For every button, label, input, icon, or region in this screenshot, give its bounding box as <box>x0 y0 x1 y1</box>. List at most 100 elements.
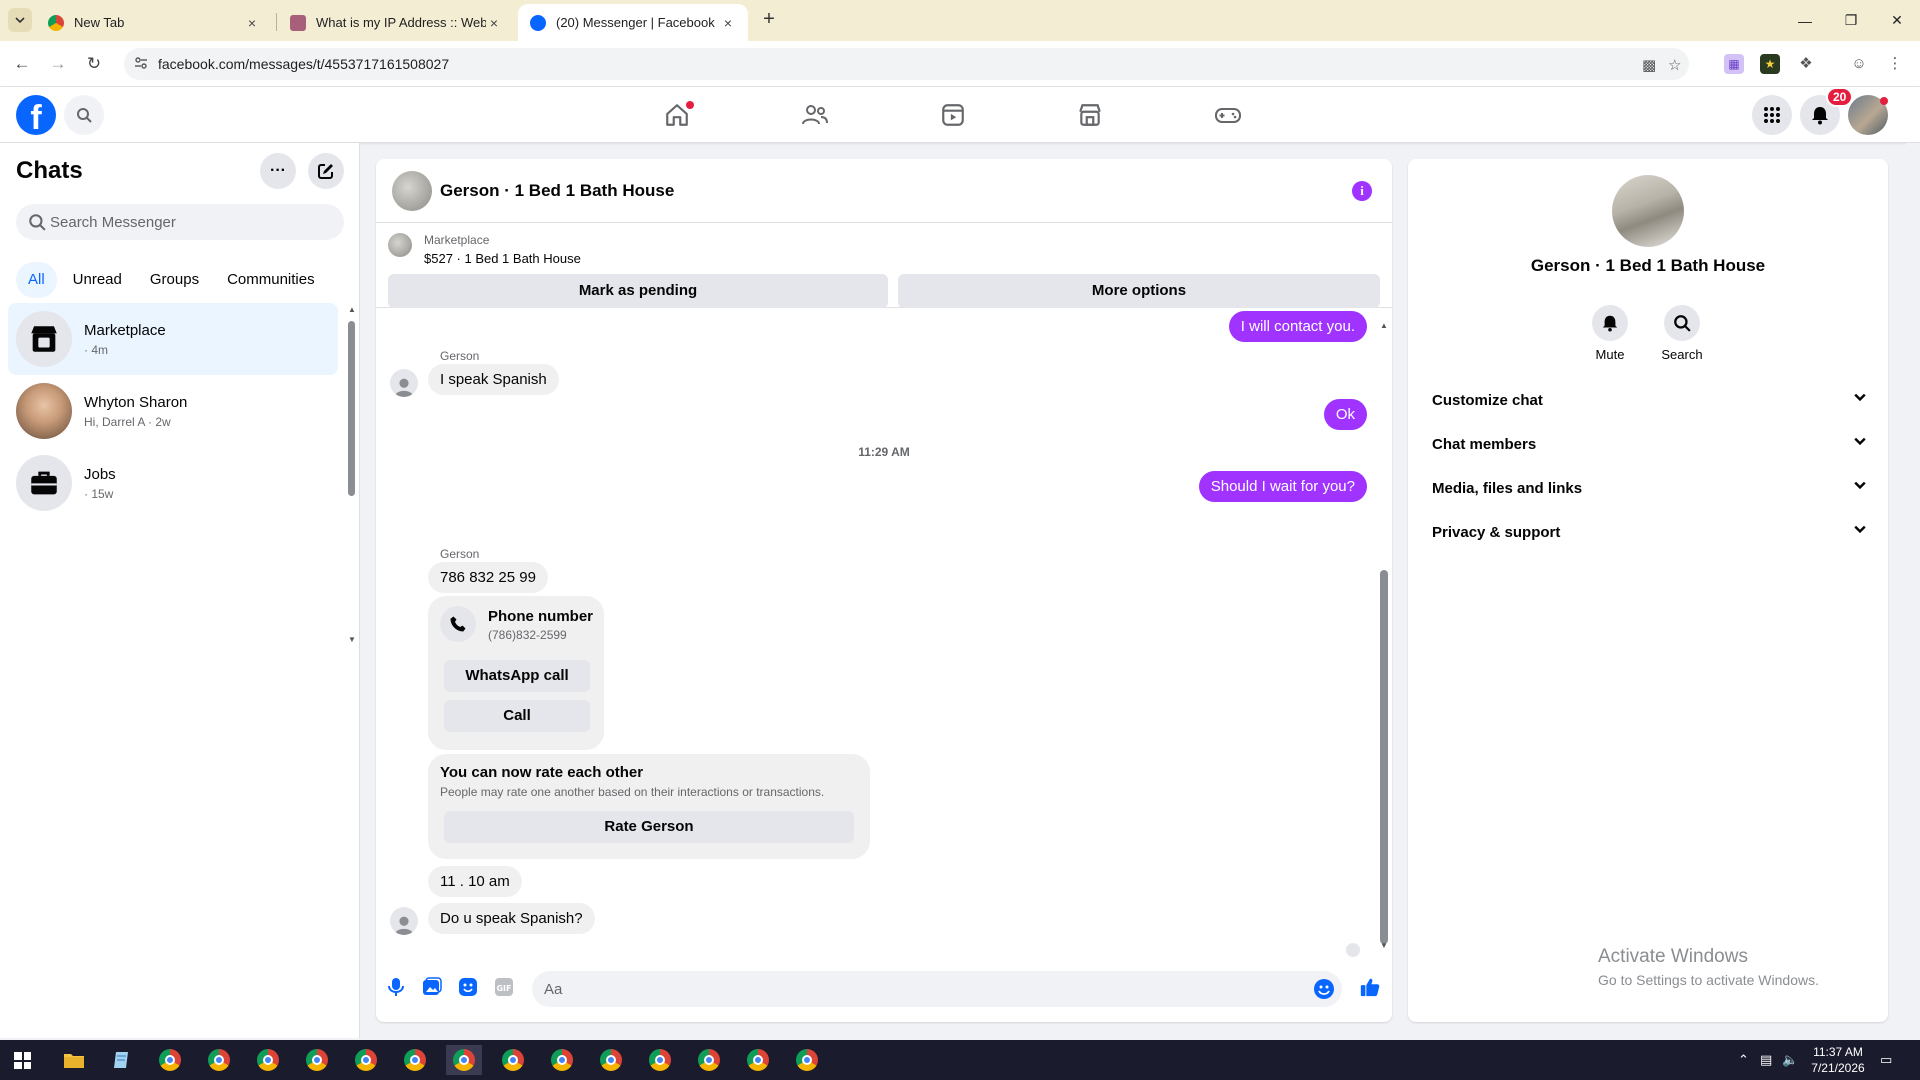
site-settings-icon[interactable] <box>134 56 150 72</box>
mute-button[interactable]: Mute <box>1570 305 1650 362</box>
chrome-taskbar-icon-active[interactable] <box>446 1045 482 1075</box>
system-clock[interactable]: 11:37 AM 7/21/2026 <box>1803 1044 1873 1076</box>
scroll-down-arrow-icon[interactable]: ▼ <box>1380 941 1388 950</box>
notepad-icon[interactable] <box>104 1045 140 1075</box>
message-incoming[interactable]: Do u speak Spanish? <box>428 903 595 934</box>
chrome-taskbar-icon[interactable] <box>642 1045 678 1075</box>
kebab-menu-icon[interactable]: ⋮ <box>1885 54 1905 74</box>
chat-item-whyton-sharon[interactable]: Whyton Sharon Hi, Darrel A · 2w <box>8 375 338 447</box>
bookmark-star-icon[interactable]: ☆ <box>1668 56 1681 74</box>
action-center-icon[interactable]: ▭ <box>1880 1052 1892 1068</box>
listing-title[interactable]: $527 · 1 Bed 1 Bath House <box>424 251 581 266</box>
message-incoming[interactable]: 786 832 25 99 <box>428 562 548 593</box>
filter-unread[interactable]: Unread <box>61 262 134 298</box>
filter-all[interactable]: All <box>16 262 57 298</box>
tab-ip-address[interactable]: What is my IP Address :: WebBr × <box>278 4 514 41</box>
message-incoming[interactable]: 11 . 10 am <box>428 866 522 897</box>
network-icon[interactable]: ▤ <box>1760 1052 1772 1068</box>
nav-friends[interactable] <box>760 93 870 137</box>
filter-groups[interactable]: Groups <box>138 262 211 298</box>
windows-start-icon[interactable] <box>14 1052 31 1069</box>
scroll-down-arrow-icon[interactable]: ▼ <box>348 635 356 644</box>
conversation-profile-photo[interactable] <box>1612 175 1684 247</box>
scrollbar-thumb[interactable] <box>1380 570 1388 944</box>
reload-button[interactable]: ↻ <box>82 52 106 76</box>
voice-clip-button[interactable] <box>384 975 408 999</box>
extension-icon[interactable]: ▦ <box>1724 54 1744 74</box>
tab-close-button[interactable]: × <box>486 15 502 31</box>
scrollbar-thumb[interactable] <box>348 321 355 496</box>
section-media-files-links[interactable]: Media, files and links <box>1416 467 1880 511</box>
nav-gaming[interactable] <box>1173 93 1283 137</box>
address-bar[interactable]: facebook.com/messages/t/4553717161508027… <box>124 48 1689 80</box>
chrome-taskbar-icon[interactable] <box>544 1045 580 1075</box>
window-close-button[interactable]: ✕ <box>1874 0 1920 41</box>
message-incoming[interactable]: I speak Spanish <box>428 364 559 395</box>
filter-communities[interactable]: Communities <box>215 262 327 298</box>
menu-button[interactable] <box>1752 95 1792 135</box>
mark-as-pending-button[interactable]: Mark as pending <box>388 274 888 308</box>
tab-search-button[interactable] <box>8 8 32 32</box>
chrome-taskbar-icon[interactable] <box>201 1045 237 1075</box>
volume-icon[interactable]: 🔈 <box>1782 1052 1798 1068</box>
chrome-taskbar-icon[interactable] <box>691 1045 727 1075</box>
chat-item-marketplace[interactable]: Marketplace · 4m <box>8 303 338 375</box>
message-thread-scrollbar[interactable]: ▲ ▼ <box>1378 321 1390 953</box>
install-app-icon[interactable]: ▩ <box>1642 56 1656 74</box>
chrome-taskbar-icon[interactable] <box>348 1045 384 1075</box>
more-options-button[interactable]: More options <box>898 274 1380 308</box>
emoji-button[interactable] <box>1314 979 1334 999</box>
conversation-avatar[interactable] <box>392 171 432 211</box>
forward-button[interactable]: → <box>46 52 70 76</box>
listing-thumbnail[interactable] <box>388 233 412 257</box>
tab-messenger[interactable]: (20) Messenger | Facebook × <box>518 4 748 41</box>
sender-avatar-icon[interactable] <box>390 369 418 397</box>
attach-photo-button[interactable] <box>420 975 444 999</box>
chrome-taskbar-icon[interactable] <box>740 1045 776 1075</box>
section-customize-chat[interactable]: Customize chat <box>1416 379 1880 423</box>
chrome-taskbar-icon[interactable] <box>299 1045 335 1075</box>
chrome-taskbar-icon[interactable] <box>250 1045 286 1075</box>
chrome-taskbar-icon[interactable] <box>495 1045 531 1075</box>
profile-icon[interactable]: ☺ <box>1849 54 1869 74</box>
show-hidden-icons-icon[interactable]: ⌃ <box>1738 1052 1749 1068</box>
chat-item-jobs[interactable]: Jobs · 15w <box>8 447 338 519</box>
nav-video[interactable] <box>898 93 1008 137</box>
nav-marketplace[interactable] <box>1035 93 1145 137</box>
chrome-taskbar-icon[interactable] <box>397 1045 433 1075</box>
new-tab-button[interactable]: + <box>757 8 781 32</box>
section-chat-members[interactable]: Chat members <box>1416 423 1880 467</box>
sender-avatar-icon[interactable] <box>390 907 418 935</box>
call-button[interactable]: Call <box>444 700 590 732</box>
extension-icon[interactable]: ★ <box>1760 54 1780 74</box>
extensions-puzzle-icon[interactable]: ❖ <box>1796 54 1816 74</box>
chat-options-button[interactable]: ··· <box>260 153 296 189</box>
chat-list-scrollbar[interactable]: ▲ ▼ <box>348 305 356 645</box>
gif-button[interactable]: GIF <box>492 975 516 999</box>
rate-gerson-button[interactable]: Rate Gerson <box>444 811 854 843</box>
chrome-taskbar-icon[interactable] <box>152 1045 188 1075</box>
nav-home[interactable] <box>622 93 732 137</box>
message-input[interactable] <box>544 971 1284 1007</box>
facebook-search-button[interactable] <box>64 95 104 135</box>
conversation-title[interactable]: Gerson · 1 Bed 1 Bath House <box>440 181 674 201</box>
search-in-conversation-button[interactable]: Search <box>1642 305 1722 362</box>
chrome-taskbar-icon[interactable] <box>593 1045 629 1075</box>
sticker-button[interactable] <box>456 975 480 999</box>
file-explorer-icon[interactable] <box>56 1045 92 1075</box>
chrome-taskbar-icon[interactable] <box>789 1045 825 1075</box>
search-input[interactable] <box>50 204 330 240</box>
scroll-up-arrow-icon[interactable]: ▲ <box>1380 321 1388 330</box>
section-privacy-support[interactable]: Privacy & support <box>1416 511 1880 555</box>
message-outgoing[interactable]: Ok <box>1323 399 1367 430</box>
send-like-button[interactable] <box>1358 975 1382 999</box>
whatsapp-call-button[interactable]: WhatsApp call <box>444 660 590 692</box>
message-outgoing[interactable]: I will contact you. <box>1228 311 1367 342</box>
scroll-up-arrow-icon[interactable]: ▲ <box>348 305 356 314</box>
facebook-logo-icon[interactable]: f <box>16 95 56 135</box>
back-button[interactable]: ← <box>10 52 34 76</box>
tab-new-tab[interactable]: New Tab × <box>36 4 272 41</box>
page-scrollbar[interactable] <box>1906 143 1920 1038</box>
tab-close-button[interactable]: × <box>720 15 736 31</box>
tab-close-button[interactable]: × <box>244 15 260 31</box>
